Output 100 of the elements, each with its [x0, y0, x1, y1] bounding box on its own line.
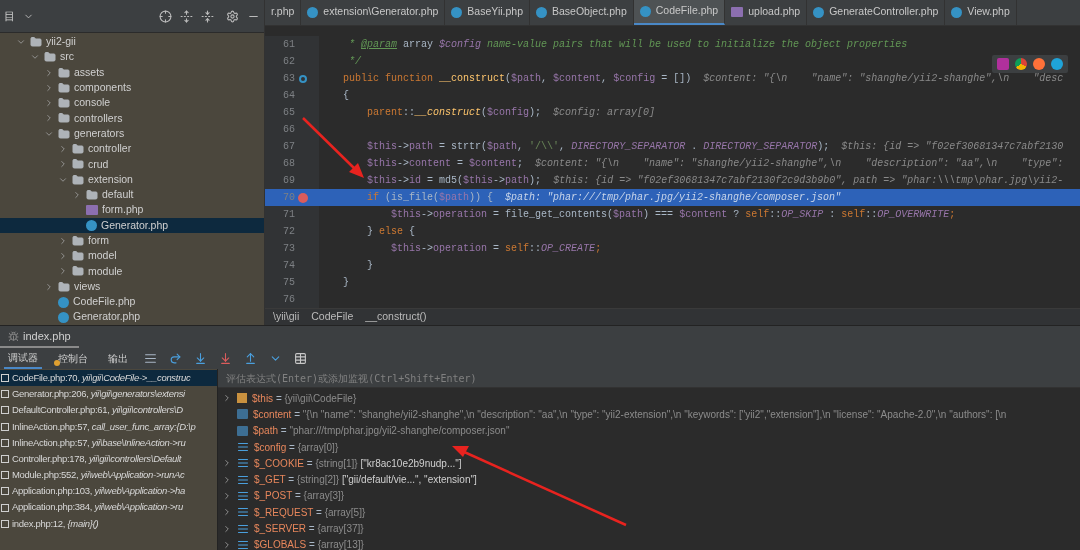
chevron-right-icon[interactable]: [72, 189, 82, 200]
chevron-right-icon[interactable]: [44, 82, 54, 93]
settings-icon[interactable]: [226, 9, 239, 23]
code-line: }: [366, 259, 373, 273]
chevron-right-icon[interactable]: [222, 507, 232, 518]
step-out-icon[interactable]: [244, 352, 257, 365]
code-line: */: [348, 55, 361, 69]
editor-tab[interactable]: upload.php: [725, 0, 808, 25]
line-number: 69: [282, 174, 295, 188]
stack-frame[interactable]: index.php:12, {main}(): [0, 515, 217, 532]
tool-tab[interactable]: 输出: [104, 348, 132, 369]
tree-item[interactable]: default: [0, 187, 264, 203]
class-file-icon: [58, 311, 69, 323]
step-over-icon[interactable]: [169, 352, 182, 365]
breadcrumb-item[interactable]: \yii\gii: [273, 309, 300, 325]
bug-icon: [8, 330, 19, 342]
editor-tab[interactable]: BaseYii.php: [445, 0, 530, 25]
force-step-into-icon[interactable]: [219, 352, 232, 365]
breadcrumb-item[interactable]: CodeFile: [311, 309, 354, 325]
editor-tab[interactable]: View.php: [945, 0, 1017, 25]
tree-item[interactable]: controller: [0, 141, 264, 157]
panel-title: 目: [4, 8, 15, 24]
tree-item[interactable]: model: [0, 248, 264, 264]
stack-frame[interactable]: Application.php:103, yii\web\Application->ha: [0, 483, 217, 500]
editor-tab[interactable]: BaseObject.php: [530, 0, 634, 25]
chevron-right-icon[interactable]: [58, 266, 68, 277]
chevron-right-icon[interactable]: [44, 281, 54, 292]
chevron-right-icon[interactable]: [58, 159, 68, 170]
chevron-right-icon[interactable]: [44, 67, 54, 78]
tree-item[interactable]: form.php: [0, 202, 264, 218]
stack-frame[interactable]: Controller.php:178, yii\gii\controllers\Default: [0, 450, 217, 468]
stack-frame[interactable]: InlineAction.php:57, yii\base\InlineAction->ru: [0, 434, 217, 451]
chevron-right-icon[interactable]: [222, 490, 232, 501]
chevron-right-icon[interactable]: [58, 144, 68, 155]
line-number: 73: [282, 242, 295, 256]
tree-item[interactable]: yii2-gii: [0, 34, 264, 50]
php-file-icon: [731, 7, 744, 17]
locate-icon[interactable]: [159, 9, 172, 23]
chevron-right-icon[interactable]: [222, 539, 232, 550]
stack-frame[interactable]: InlineAction.php:57, call_user_func_array:{D:\p: [0, 418, 217, 435]
folder-icon: [58, 127, 70, 140]
chevron-right-icon[interactable]: [222, 523, 232, 534]
tree-item[interactable]: src: [0, 49, 264, 65]
code-line: parent::__construct($config); $config: array[0]: [366, 106, 656, 120]
tree-item[interactable]: Generator.php: [0, 217, 264, 234]
chevron-right-icon[interactable]: [58, 251, 68, 262]
tree-item[interactable]: module: [0, 263, 264, 280]
tree-item[interactable]: Generator.php: [0, 309, 264, 325]
editor-tab[interactable]: GenerateController.php: [807, 0, 946, 25]
step-into-icon[interactable]: [194, 352, 207, 365]
tree-item[interactable]: controllers: [0, 110, 264, 127]
class-file-icon: [451, 6, 463, 18]
chevron-right-icon[interactable]: [44, 113, 54, 124]
tree-item[interactable]: views: [0, 279, 264, 295]
array-icon: [237, 441, 249, 454]
stack-frame[interactable]: Generator.php:206, yii\gii\generators\extensi: [0, 386, 217, 403]
folder-icon: [72, 265, 84, 278]
folder-icon: [58, 112, 70, 125]
tree-item[interactable]: components: [0, 80, 264, 96]
primitive-icon: [237, 409, 248, 420]
tree-item[interactable]: console: [0, 95, 264, 111]
stack-frame[interactable]: Application.php:384, yii\web\Application->ru: [0, 499, 217, 516]
stack-frame[interactable]: DefaultController.php:61, yii\gii\controllers\D: [0, 402, 217, 419]
chevron-down-icon[interactable]: [16, 37, 26, 47]
editor-tab[interactable]: extension\Generator.php: [301, 0, 446, 25]
breakpoint-icon[interactable]: [298, 192, 308, 203]
chevron-right-icon[interactable]: [222, 458, 232, 469]
tree-item[interactable]: crud: [0, 156, 264, 173]
tree-item[interactable]: generators: [0, 126, 264, 142]
evaluate-icon[interactable]: [294, 352, 307, 365]
debug-tab[interactable]: index.php: [0, 326, 79, 348]
stack-frame[interactable]: CodeFile.php:70, yii\gii\CodeFile->__construc: [0, 370, 217, 387]
object-icon: [237, 393, 247, 404]
stack-frame[interactable]: Module.php:552, yii\web\Application->runAc: [0, 467, 217, 484]
variable-entry: $GLOBALS = {array[13]}: [254, 538, 364, 550]
editor-tab[interactable]: CodeFile.php: [633, 0, 726, 25]
chevron-right-icon[interactable]: [222, 393, 232, 404]
array-icon: [237, 522, 249, 535]
tree-item[interactable]: form: [0, 233, 264, 249]
line-number: 66: [282, 123, 295, 137]
annotation-arrow: [302, 117, 364, 178]
folder-icon: [58, 66, 70, 79]
tree-item[interactable]: CodeFile.php: [0, 294, 264, 310]
code-line: $this->id = md5($this->path); $this: {id => "f02ef30681347c7abf2130f2c9d3b9b0", path => "phar:\\\tmp\phar.jpg\yii2-: [366, 174, 1064, 188]
tree-item[interactable]: extension: [0, 172, 264, 188]
tree-item[interactable]: assets: [0, 64, 264, 81]
expand-all-icon[interactable]: [180, 9, 193, 23]
breadcrumb-item[interactable]: __construct(): [365, 309, 427, 325]
chevron-right-icon[interactable]: [44, 98, 54, 109]
tool-tab[interactable]: 控制台: [54, 348, 92, 369]
evaluate-field[interactable]: 评估表达式(Enter)或添加监视(Ctrl+Shift+Enter): [218, 369, 1080, 388]
chevron-right-icon[interactable]: [58, 235, 68, 246]
override-marker-icon[interactable]: [299, 74, 307, 83]
line-number: 61: [282, 38, 295, 52]
collapse-all-icon[interactable]: [201, 9, 214, 23]
php-file-icon: [86, 205, 98, 216]
frames-icon[interactable]: [144, 352, 157, 365]
editor-tab[interactable]: r.php: [265, 0, 302, 25]
folder-icon: [58, 280, 70, 293]
chevron-right-icon[interactable]: [222, 474, 232, 485]
